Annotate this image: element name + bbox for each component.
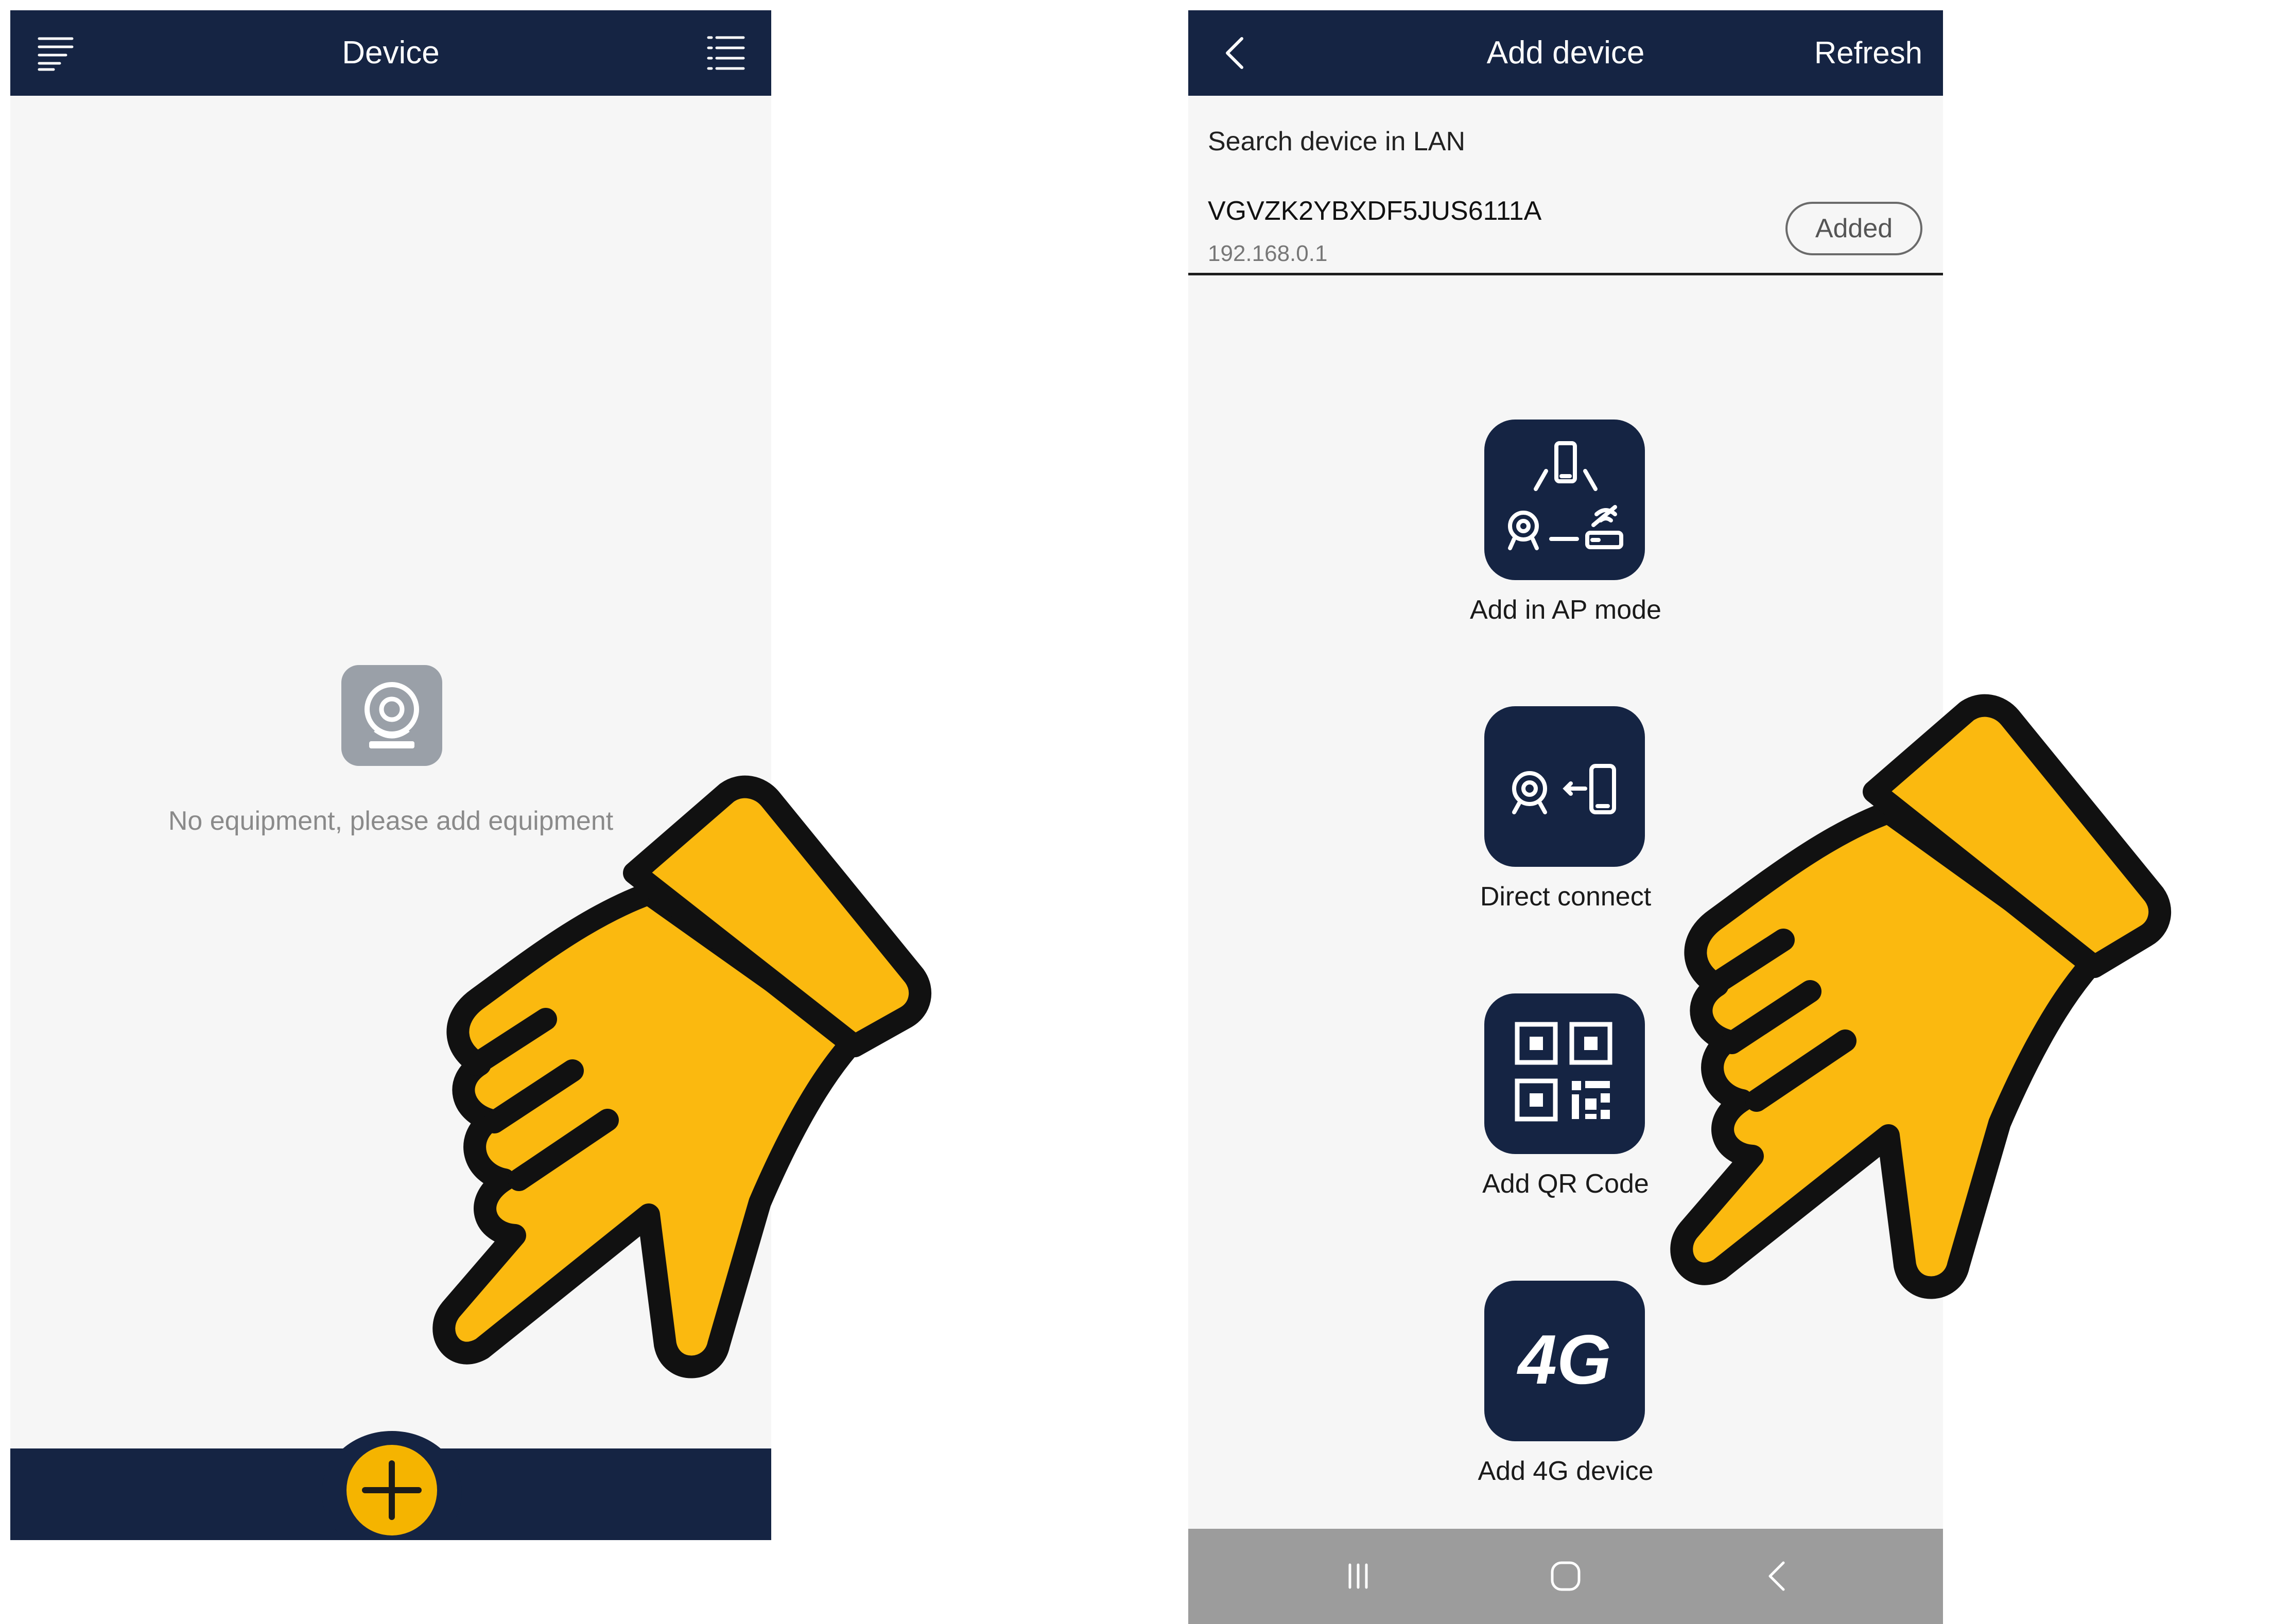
direct-connect-icon	[1484, 706, 1645, 867]
qr-code-icon	[1484, 993, 1645, 1154]
pointing-hand-icon	[432, 772, 1050, 1441]
back-icon[interactable]	[1758, 1556, 1799, 1597]
camera-icon	[341, 665, 442, 766]
add-ap-mode-option[interactable]: Add in AP mode	[1188, 420, 1943, 656]
4g-icon: 4G	[1484, 1281, 1645, 1441]
device-id: VGVZK2YBXDF5JUS6111A	[1208, 196, 1542, 226]
add-device-header: Add device Refresh	[1188, 10, 1943, 96]
recent-apps-icon[interactable]	[1338, 1556, 1379, 1597]
page-title: Device	[342, 35, 440, 71]
found-device-row[interactable]: VGVZK2YBXDF5JUS6111A 192.168.0.1 Added	[1188, 180, 1943, 275]
ap-mode-icon	[1484, 420, 1645, 580]
system-navigation-bar	[1188, 1529, 1943, 1624]
refresh-button[interactable]: Refresh	[1814, 10, 1922, 96]
lan-search-title: Search device in LAN	[1208, 127, 1466, 156]
svg-text:4G: 4G	[1516, 1320, 1611, 1399]
option-label: Add 4G device	[1478, 1456, 1654, 1486]
home-icon[interactable]	[1545, 1556, 1586, 1597]
pointing-hand-icon	[1668, 685, 2290, 1369]
list-view-icon[interactable]	[705, 32, 747, 74]
device-header: Device	[10, 10, 771, 96]
option-label: Add in AP mode	[1470, 595, 1661, 625]
added-status-button[interactable]: Added	[1785, 202, 1922, 255]
device-ip: 192.168.0.1	[1208, 241, 1328, 266]
